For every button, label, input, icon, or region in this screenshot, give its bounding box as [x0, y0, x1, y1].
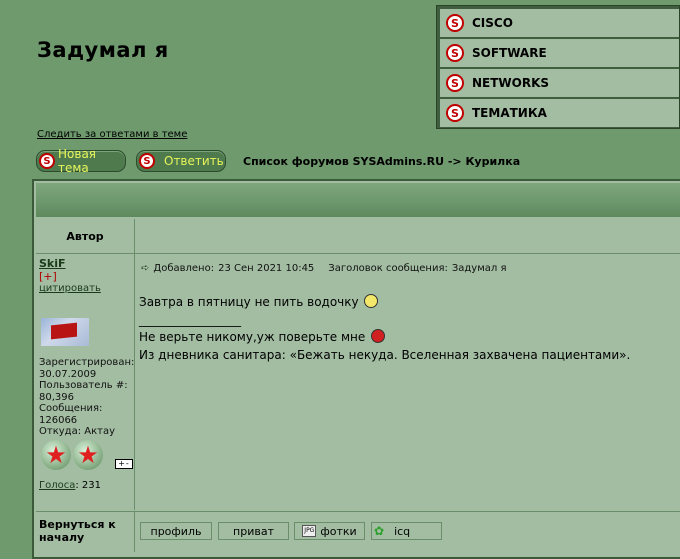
message-cell: ➪ Добавлено: 23 Сен 2021 10:45 Заголовок…: [135, 254, 680, 510]
new-topic-button[interactable]: S Новая тема: [36, 147, 126, 175]
registered-label: Зарегистрирован:: [39, 357, 135, 368]
s-logo-icon: S: [139, 153, 155, 169]
top-menu: S CISCO S SOFTWARE S NETWORKS S ТЕМАТИКА: [436, 5, 680, 129]
page-title: Задумал я: [37, 38, 169, 62]
icq-button[interactable]: ✿ icq: [371, 522, 442, 540]
user-number: 80,396: [39, 391, 74, 403]
red-smile-icon: [371, 329, 386, 343]
s-logo-icon: S: [39, 153, 55, 169]
message-line-1: Завтра в пятницу не пить водочку: [139, 295, 359, 309]
profile-label: профиль: [150, 524, 202, 538]
award-medals: ★ ★: [41, 440, 103, 470]
messages-count: 126066: [39, 414, 78, 426]
post-meta: ➪ Добавлено: 23 Сен 2021 10:45 Заголовок…: [141, 263, 506, 274]
menu-item-label: CISCO: [472, 16, 513, 30]
menu-item-label: SOFTWARE: [472, 46, 547, 60]
added-date: 23 Сен 2021 10:45: [218, 263, 315, 274]
s-logo-icon: S: [446, 74, 464, 92]
reply-button[interactable]: S Ответить: [136, 150, 226, 172]
messages-label: Сообщения:: [39, 403, 103, 414]
post-footer: Вернуться к началу профиль приват JPG фо…: [36, 511, 680, 552]
votes-count: 231: [81, 480, 102, 491]
s-logo-icon: S: [446, 44, 464, 62]
author-name-link[interactable]: SkiF: [39, 257, 66, 270]
photo-icon: JPG: [302, 525, 317, 537]
table-header-bar: [36, 183, 680, 217]
subject-value: Задумал я: [451, 263, 507, 274]
avatar: [41, 318, 89, 346]
post-arrow-icon[interactable]: ➪: [141, 263, 149, 274]
author-cell: SkiF [+] цитировать Зарегистрирован: 30.…: [36, 254, 135, 510]
user-number-label: Пользователь #:: [39, 380, 128, 391]
votes-label[interactable]: Голоса: [39, 480, 75, 491]
new-topic-label: Новая тема: [58, 147, 97, 175]
watch-topic-link[interactable]: Следить за ответами в теме: [37, 129, 187, 140]
star-medal-icon: ★: [41, 440, 71, 470]
quote-link[interactable]: цитировать: [39, 283, 101, 294]
author-column-header: Автор: [36, 219, 135, 254]
photos-label: фотки: [320, 524, 357, 538]
smile-icon: [364, 294, 379, 308]
from-value: Актау: [84, 426, 116, 437]
star-medal-icon: ★: [73, 440, 103, 470]
private-message-button[interactable]: приват: [218, 522, 289, 540]
photos-button[interactable]: JPG фотки: [294, 522, 365, 540]
forum-breadcrumb[interactable]: Список форумов SYSAdmins.RU -> Курилка: [243, 155, 520, 168]
author-plus-toggle[interactable]: [+]: [39, 270, 57, 283]
signature-line-1: Не верьте никому,уж поверьте мне: [139, 330, 366, 344]
signature-separator: _________________: [139, 312, 241, 327]
profile-button[interactable]: профиль: [140, 522, 212, 540]
expand-collapse-icon[interactable]: +-: [115, 459, 133, 469]
added-label: Добавлено:: [153, 263, 215, 274]
menu-item-label: ТЕМАТИКА: [472, 106, 547, 120]
signature-line-2: Из дневника санитара: «Бежать некуда. Вс…: [139, 347, 631, 362]
from-label: Откуда:: [39, 426, 82, 437]
subject-label: Заголовок сообщения:: [328, 263, 448, 274]
icq-label: icq: [394, 524, 411, 538]
menu-item-label: NETWORKS: [472, 76, 550, 90]
registered-date: 30.07.2009: [39, 368, 97, 380]
icq-flower-icon: ✿: [374, 524, 385, 538]
menu-item-tematika[interactable]: S ТЕМАТИКА: [440, 99, 679, 127]
menu-item-networks[interactable]: S NETWORKS: [440, 69, 679, 97]
back-to-top-link[interactable]: Вернуться к началу: [39, 518, 133, 544]
s-logo-icon: S: [446, 14, 464, 32]
author-info: Зарегистрирован: 30.07.2009 Пользователь…: [39, 357, 134, 438]
message-body: Завтра в пятницу не пить водочку _______…: [139, 294, 630, 364]
menu-item-software[interactable]: S SOFTWARE: [440, 39, 679, 67]
reply-label: Ответить: [164, 154, 224, 168]
private-label: приват: [233, 524, 274, 538]
message-column-header: [135, 219, 680, 254]
posts-table: Автор SkiF [+] цитировать Зарегистрирова…: [32, 179, 680, 559]
votes: Голоса: 231: [39, 480, 102, 491]
s-logo-icon: S: [446, 104, 464, 122]
menu-item-cisco[interactable]: S CISCO: [440, 9, 679, 37]
